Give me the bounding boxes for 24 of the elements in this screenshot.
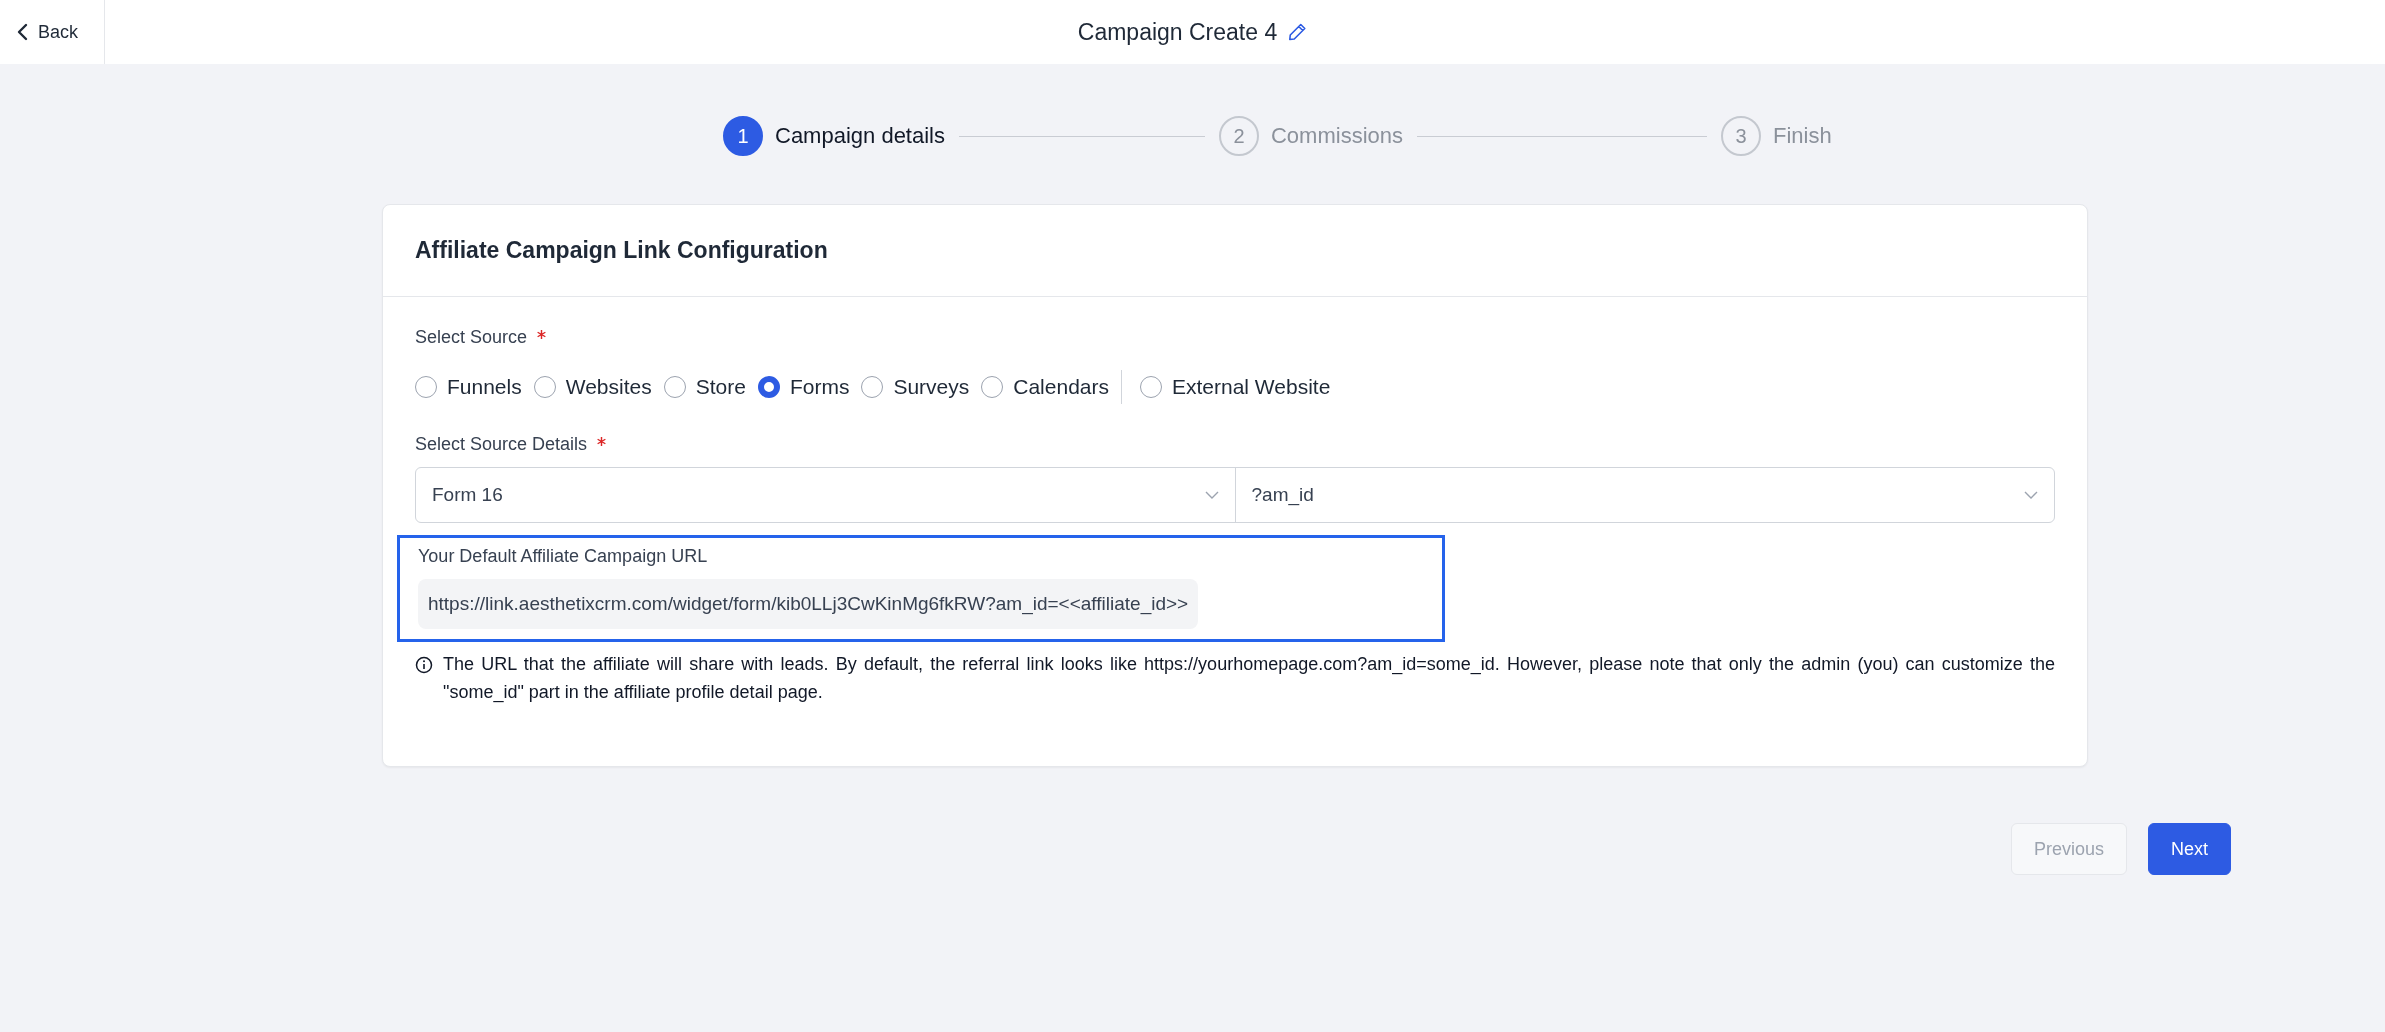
radio-option[interactable]: Calendars: [981, 375, 1109, 399]
chevron-left-icon: [16, 23, 28, 41]
page-title: Campaign Create 4: [1077, 18, 1278, 46]
info-icon: [415, 656, 433, 674]
radio-option[interactable]: Store: [663, 375, 746, 399]
card-title: Affiliate Campaign Link Configuration: [415, 237, 828, 264]
step-number: 3: [1721, 116, 1761, 156]
radio-option[interactable]: Funnels: [415, 375, 522, 399]
next-button[interactable]: Next: [2148, 823, 2231, 875]
step-label: Campaign details: [775, 123, 945, 149]
help-text: The URL that the affiliate will share with leads. By default, the referral link looks like https://yourhomepage.com?am_id=some_id. However, please note that only the admin (you) can customize the "some_id" part in the affiliate profile detail page.: [443, 653, 2055, 705]
url-field[interactable]: https://link.aesthetixcrm.com/widget/form/kib0LLj3CwKinMg6fkRW?am_id=<<affiliate_id>>: [418, 579, 1199, 629]
radio-option[interactable]: Websites: [533, 375, 652, 399]
field-label: Select Source: [415, 327, 528, 348]
radio-option[interactable]: Surveys: [861, 375, 970, 399]
radio-option[interactable]: External Website: [1140, 375, 1331, 399]
step-number: 2: [1219, 116, 1259, 156]
step-number: 1: [723, 116, 763, 156]
field-label: Your Default Affiliate Campaign URL: [418, 546, 708, 567]
step-label: Finish: [1773, 123, 1832, 149]
step-label: Commissions: [1271, 123, 1403, 149]
pencil-icon[interactable]: [1287, 22, 1308, 42]
radio-option[interactable]: Forms: [757, 375, 850, 399]
field-label: Select Source Details: [415, 434, 588, 455]
